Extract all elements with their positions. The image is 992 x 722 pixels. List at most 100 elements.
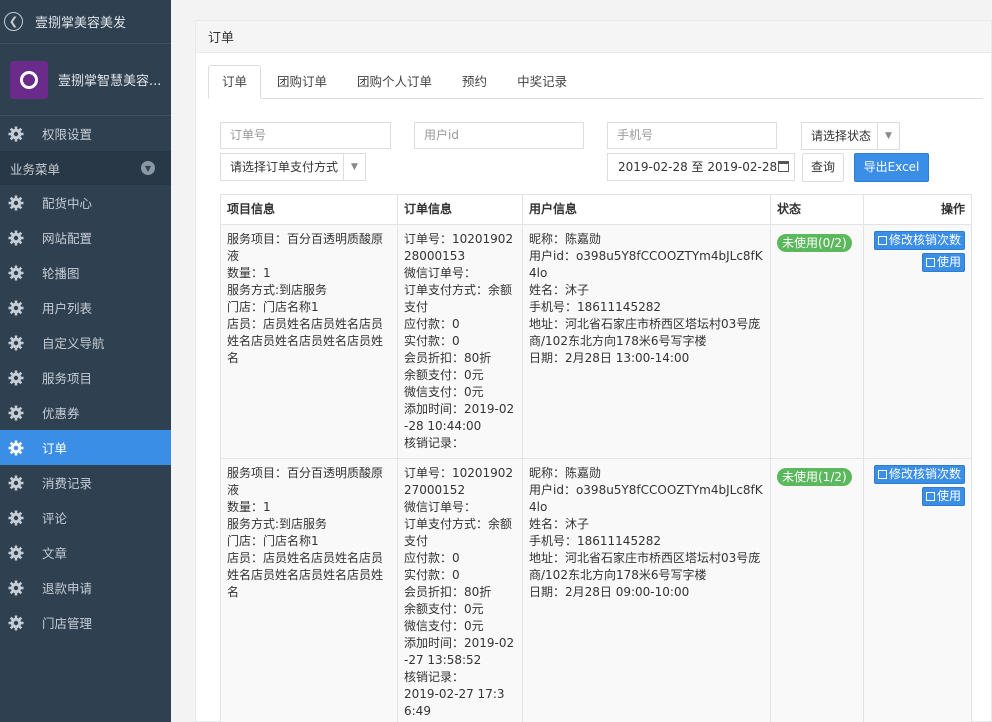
status-select[interactable]: 请选择状态 ▼	[801, 122, 900, 150]
date-range-value: 2019-02-28 至 2019-02-28	[618, 160, 778, 174]
user-id-input[interactable]: 用户id	[414, 122, 584, 149]
actions-cell: 修改核销次数使用	[863, 224, 972, 459]
edit-icon	[925, 258, 935, 267]
orders-panel: 订单 订单 团购订单 团购个人订单 预约 中奖记录 订单号 用户id 手机号 请选择状态…	[195, 20, 992, 722]
app-title: 壹捌掌美容美发	[35, 16, 127, 31]
col-header-order: 订单信息	[397, 194, 523, 225]
order-no-input[interactable]: 订单号	[220, 122, 391, 149]
sidebar-item-label: 优惠券	[42, 406, 80, 421]
sidebar-item-label: 消费记录	[42, 476, 93, 491]
cell-line: 微信订单号：	[404, 266, 477, 280]
query-button[interactable]: 查询	[802, 153, 844, 182]
sidebar-item-4[interactable]: 自定义导航	[0, 325, 171, 360]
sidebar-item-label: 自定义导航	[42, 336, 105, 351]
order-cell: 订单号：1020190228000153 微信订单号： 订单支付方式：余额支付 应付款…	[397, 224, 523, 459]
pay-method-select-value: 请选择订单支付方式	[230, 160, 339, 174]
tab-1[interactable]: 团购订单	[263, 65, 341, 99]
sidebar: ❮ 壹捌掌美容美发 壹捌掌智慧美容... 权限设置 业务菜单 ▼ 配货中心 网站配…	[0, 0, 171, 722]
sidebar-item-permissions[interactable]: 权限设置	[0, 116, 171, 151]
use-button-label: 使用	[936, 255, 961, 269]
sidebar-item-label: 用户列表	[42, 301, 93, 316]
cell-line: 余额支付：0元	[404, 602, 484, 616]
cell-line: 手机号：18611145282	[529, 300, 661, 314]
user-cell: 昵称：陈嘉勋用户id：o398u5Y8fCCOOZTYm4bJLc8fK4lo 姓…	[522, 224, 771, 459]
sidebar-item-5[interactable]: 服务项目	[0, 360, 171, 395]
cell-line: 用户id：o398u5Y8fCCOOZTYm4bJLc8fK4lo	[529, 483, 763, 514]
edit-icon	[877, 470, 887, 479]
sidebar-item-3[interactable]: 用户列表	[0, 290, 171, 325]
cell-line: 订单号：1020190227000152	[404, 466, 514, 497]
sidebar-item-label: 文章	[42, 546, 68, 561]
sidebar-item-9[interactable]: 评论	[0, 500, 171, 535]
sidebar-item-7[interactable]: 订单	[0, 430, 171, 465]
cell-line: 用户id：o398u5Y8fCCOOZTYm4bJLc8fK4lo	[529, 249, 763, 280]
phone-input[interactable]: 手机号	[607, 122, 777, 149]
sidebar-item-11[interactable]: 退款申请	[0, 570, 171, 605]
cell-line: 会员折扣：80折	[404, 351, 492, 365]
date-range-input[interactable]: 2019-02-28 至 2019-02-28	[607, 153, 795, 181]
sidebar-header[interactable]: ❮ 壹捌掌美容美发	[0, 0, 171, 44]
tab-3[interactable]: 预约	[448, 65, 501, 99]
calendar-icon	[778, 161, 789, 172]
cell-line: 门店：门店名称1	[227, 300, 319, 314]
sidebar-item-12[interactable]: 门店管理	[0, 605, 171, 640]
sidebar-item-0[interactable]: 配货中心	[0, 185, 171, 220]
brand-logo	[10, 60, 48, 99]
cell-line: 日期：2月28日 09:00-10:00	[529, 585, 690, 599]
chevron-down-icon[interactable]: ▼	[141, 161, 155, 175]
use-button[interactable]: 使用	[921, 487, 965, 506]
gear-icon	[8, 615, 24, 630]
back-arrow-icon[interactable]: ❮	[4, 12, 23, 31]
actions-cell: 修改核销次数使用	[863, 458, 972, 722]
cell-line: 数量：1	[227, 266, 271, 280]
cell-line: 日期：2月28日 13:00-14:00	[529, 351, 690, 365]
sidebar-item-label: 网站配置	[42, 231, 93, 246]
cell-line: 姓名：沐子	[529, 517, 590, 531]
cell-line: 核销记录：	[404, 436, 465, 450]
edit-icon	[877, 236, 887, 245]
cell-line: 店员：店员姓名店员姓名店员姓名店员姓名店员姓名店员姓名	[227, 317, 384, 365]
export-excel-button[interactable]: 导出Excel	[854, 153, 929, 182]
caret-down-icon: ▼	[877, 123, 899, 149]
pay-method-select[interactable]: 请选择订单支付方式 ▼	[220, 153, 366, 181]
sidebar-item-2[interactable]: 轮播图	[0, 255, 171, 290]
cell-line: 服务方式:到店服务	[227, 283, 328, 297]
tab-0[interactable]: 订单	[208, 65, 262, 99]
cell-line: 服务项目：百分百透明质酸原液	[227, 466, 384, 497]
project-cell: 服务项目：百分百透明质酸原液 数量：1 服务方式:到店服务 门店：门店名称1 店员：店员…	[220, 224, 398, 459]
tab-bar: 订单 团购订单 团购个人订单 预约 中奖记录	[208, 65, 983, 99]
cell-line: 昵称：陈嘉勋	[529, 232, 602, 246]
gear-icon	[8, 230, 24, 245]
edit-verify-count-button[interactable]: 修改核销次数	[873, 231, 965, 250]
cell-line: 姓名：沐子	[529, 283, 590, 297]
gear-icon	[8, 265, 24, 280]
sidebar-item-label: 退款申请	[42, 581, 93, 596]
section-label: 业务菜单	[10, 161, 61, 177]
sidebar-item-label: 订单	[42, 441, 68, 456]
cell-line: 地址：河北省石家庄市桥西区塔坛村03号庞商/102东北方向178米6号写字楼	[529, 317, 761, 348]
gear-icon	[8, 195, 24, 210]
cell-line: 实付款：0	[404, 334, 460, 348]
status-badge: 未使用(0/2)	[777, 234, 852, 252]
sidebar-item-1[interactable]: 网站配置	[0, 220, 171, 255]
edit-verify-count-button[interactable]: 修改核销次数	[873, 465, 965, 484]
sidebar-item-8[interactable]: 消费记录	[0, 465, 171, 500]
sidebar-item-label: 轮播图	[42, 266, 80, 281]
sidebar-item-10[interactable]: 文章	[0, 535, 171, 570]
cell-line: 实付款：0	[404, 568, 460, 582]
gear-icon	[8, 370, 24, 385]
cell-line: 核销记录：	[404, 670, 465, 684]
col-header-status: 状态	[770, 194, 864, 225]
sidebar-item-6[interactable]: 优惠券	[0, 395, 171, 430]
use-button[interactable]: 使用	[921, 253, 965, 272]
sidebar-section-business[interactable]: 业务菜单 ▼	[0, 151, 171, 185]
sidebar-menu: 配货中心网站配置轮播图用户列表自定义导航服务项目优惠券订单消费记录评论文章退款申…	[0, 185, 171, 640]
table-header-row: 项目信息 订单信息 用户信息 状态 操作	[220, 194, 972, 225]
cell-line: 2019-02-27 17:36:49	[404, 687, 505, 718]
cell-line: 会员折扣：80折	[404, 585, 492, 599]
sidebar-item-label: 权限设置	[42, 127, 93, 142]
caret-down-icon: ▼	[343, 154, 365, 180]
cell-line: 应付款：0	[404, 551, 460, 565]
tab-2[interactable]: 团购个人订单	[343, 65, 446, 99]
tab-4[interactable]: 中奖记录	[503, 65, 581, 99]
